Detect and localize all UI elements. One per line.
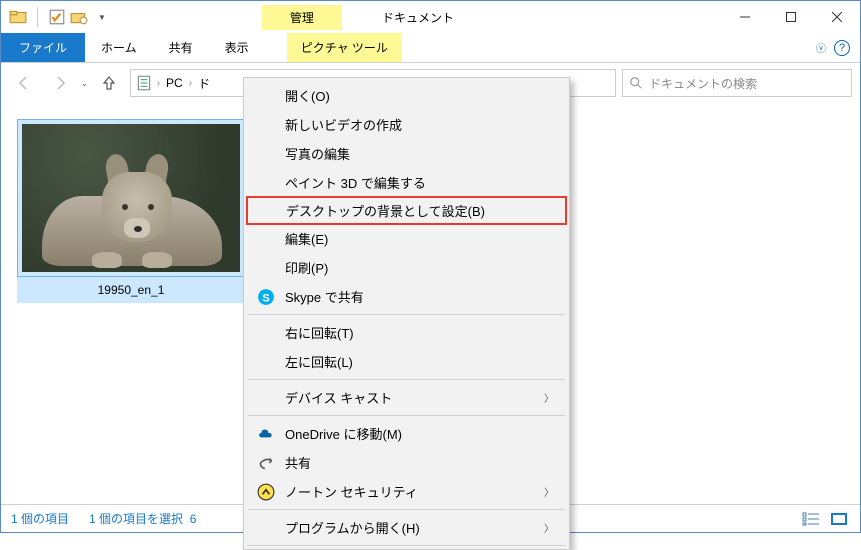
details-view-button[interactable] <box>800 510 822 528</box>
folder-icon <box>9 8 27 26</box>
ctx-onedrive[interactable]: OneDrive に移動(M) <box>247 419 566 448</box>
status-item-count: 1 個の項目 <box>11 510 69 527</box>
ctx-rotate-right[interactable]: 右に回転(T) <box>247 318 566 347</box>
history-dropdown[interactable]: ⌄ <box>81 79 88 88</box>
quick-access-toolbar: ▼ <box>1 7 112 27</box>
tab-file[interactable]: ファイル <box>1 33 85 62</box>
ctx-open[interactable]: 開く(O) <box>247 81 566 110</box>
ctx-new-video[interactable]: 新しいビデオの作成 <box>247 110 566 139</box>
properties-icon[interactable] <box>48 8 66 26</box>
chevron-right-icon: 〉 <box>544 390 554 405</box>
ctx-paint3d[interactable]: ペイント 3D で編集する <box>247 168 566 197</box>
ribbon-tabs: ファイル ホーム 共有 表示 ピクチャ ツール ⓥ ? <box>1 33 860 63</box>
skype-icon: S <box>257 288 275 306</box>
search-icon <box>629 76 643 90</box>
ribbon-collapse-icon[interactable]: ⓥ <box>816 40 826 55</box>
forward-button[interactable] <box>45 68 75 98</box>
titlebar: ▼ 管理 ドキュメント <box>1 1 860 33</box>
file-name-label: 19950_en_1 <box>17 277 245 303</box>
maximize-button[interactable] <box>768 1 814 33</box>
tab-share[interactable]: 共有 <box>153 33 209 62</box>
tab-picture-tools[interactable]: ピクチャ ツール <box>287 33 402 62</box>
context-menu: 開く(O) 新しいビデオの作成 写真の編集 ペイント 3D で編集する デスクト… <box>243 77 570 550</box>
ctx-set-desktop-background[interactable]: デスクトップの背景として設定(B) <box>246 196 567 225</box>
separator <box>248 415 565 416</box>
ctx-device-cast[interactable]: デバイス キャスト〉 <box>247 383 566 412</box>
separator <box>248 314 565 315</box>
breadcrumb-seg[interactable]: ド <box>196 75 212 92</box>
tab-view[interactable]: 表示 <box>209 33 265 62</box>
chevron-right-icon: 〉 <box>544 484 554 499</box>
chevron-right-icon[interactable]: › <box>157 78 160 89</box>
ctx-edit-photo[interactable]: 写真の編集 <box>247 139 566 168</box>
contextual-tab-header: 管理 <box>262 5 342 30</box>
svg-text:S: S <box>262 292 270 304</box>
share-icon <box>257 454 275 472</box>
separator <box>247 545 566 546</box>
close-button[interactable] <box>814 1 860 33</box>
search-placeholder: ドキュメントの検索 <box>649 75 757 92</box>
up-button[interactable] <box>94 68 124 98</box>
document-icon <box>135 74 153 92</box>
back-button[interactable] <box>9 68 39 98</box>
chevron-right-icon[interactable]: › <box>189 78 192 89</box>
tab-home[interactable]: ホーム <box>85 33 153 62</box>
ctx-norton[interactable]: ノートン セキュリティ〉 <box>247 477 566 506</box>
breadcrumb-root[interactable]: PC <box>164 76 185 90</box>
ctx-skype-share[interactable]: S Skype で共有 <box>247 282 566 311</box>
minimize-button[interactable] <box>722 1 768 33</box>
status-selected-count: 1 個の項目を選択 6 <box>89 510 196 527</box>
help-icon[interactable]: ? <box>834 40 850 56</box>
window-controls <box>722 1 860 33</box>
new-folder-icon[interactable] <box>70 8 88 26</box>
ctx-open-with[interactable]: プログラムから開く(H)〉 <box>247 513 566 542</box>
cloud-icon <box>257 425 275 443</box>
qat-dropdown[interactable]: ▼ <box>92 13 112 22</box>
thumbnail <box>17 119 245 277</box>
search-input[interactable]: ドキュメントの検索 <box>622 69 852 97</box>
ctx-print[interactable]: 印刷(P) <box>247 253 566 282</box>
file-item[interactable]: 19950_en_1 <box>17 119 245 303</box>
separator <box>248 509 565 510</box>
thumbnails-view-button[interactable] <box>828 510 850 528</box>
norton-icon <box>257 483 275 501</box>
separator <box>37 7 38 27</box>
ctx-rotate-left[interactable]: 左に回転(L) <box>247 347 566 376</box>
window-title: ドキュメント <box>382 9 454 26</box>
separator <box>248 379 565 380</box>
ctx-edit[interactable]: 編集(E) <box>247 224 566 253</box>
ctx-share[interactable]: 共有 <box>247 448 566 477</box>
